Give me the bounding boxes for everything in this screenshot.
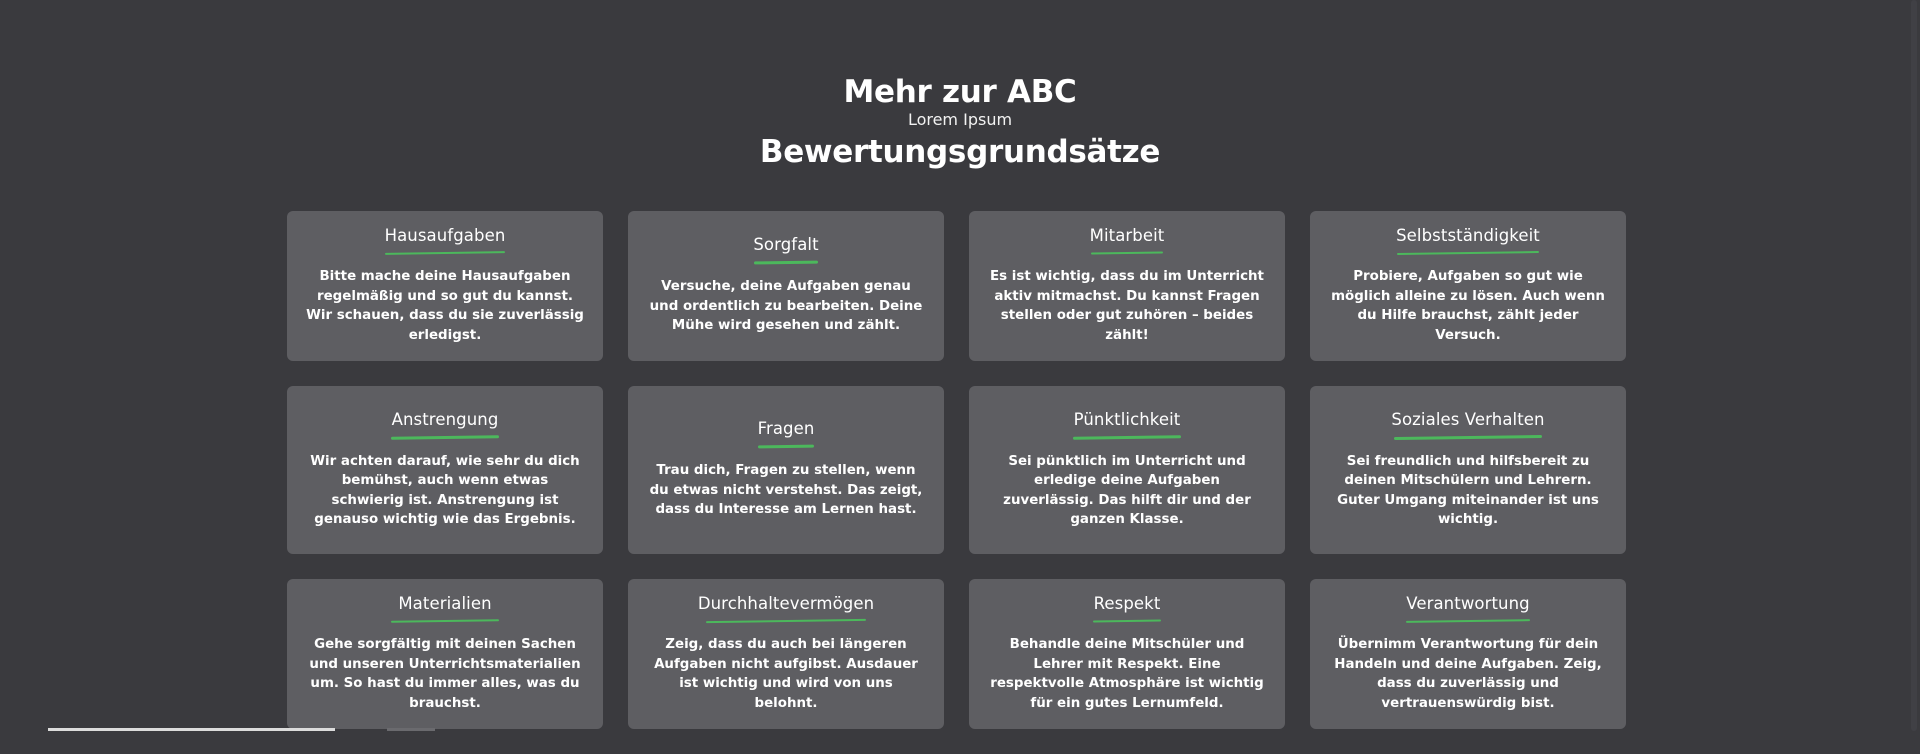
- title-underline: [1405, 619, 1531, 623]
- principles-row: Materialien Gehe sorgfältig mit deinen S…: [287, 579, 1627, 729]
- principle-card-anstrengung: Anstrengung Wir achten darauf, wie sehr …: [287, 386, 603, 554]
- title-underline: [753, 260, 819, 265]
- page-subtitle: Lorem Ipsum: [907, 110, 1013, 129]
- principle-card-hausaufgaben: Hausaufgaben Bitte mache deine Hausaufga…: [287, 211, 603, 361]
- principles-grid: Hausaufgaben Bitte mache deine Hausaufga…: [287, 211, 1627, 754]
- title-underline: [1090, 251, 1164, 255]
- card-text: Sei freundlich und hilfsbereit zu deinen…: [1337, 453, 1599, 528]
- card-title: Materialien: [398, 594, 492, 613]
- card-text: Versuche, deine Aufgaben genau und orden…: [649, 279, 923, 334]
- card-title: Mitarbeit: [1089, 226, 1165, 245]
- card-text: Es ist wichtig, dass du im Unterricht ak…: [990, 269, 1264, 343]
- principle-card-sorgfalt: Sorgfalt Versuche, deine Aufgaben genau …: [628, 211, 944, 361]
- title-underline: [1072, 434, 1182, 440]
- card-text: Bitte mache deine Hausaufgaben regelmäßi…: [306, 269, 584, 343]
- card-text: Gehe sorgfältig mit deinen Sachen und un…: [309, 637, 581, 711]
- title-underline: [390, 619, 500, 623]
- card-text: Behandle deine Mitschüler und Lehrer mit…: [990, 637, 1264, 711]
- title-underline: [757, 444, 815, 449]
- card-title: Pünktlichkeit: [1073, 409, 1181, 429]
- card-title: Hausaufgaben: [384, 226, 506, 245]
- principle-card-verantwortung: Verantwortung Übernimm Verantwortung für…: [1310, 579, 1626, 729]
- page-header: Mehr zur ABC Lorem Ipsum Bewertungsgrund…: [0, 72, 1920, 172]
- card-text: Wir achten darauf, wie sehr du dich bemü…: [310, 453, 580, 528]
- principle-card-materialien: Materialien Gehe sorgfältig mit deinen S…: [287, 579, 603, 729]
- principle-card-mitarbeit: Mitarbeit Es ist wichtig, dass du im Unt…: [969, 211, 1285, 361]
- card-title: Soziales Verhalten: [1391, 409, 1545, 429]
- principle-card-soziales-verhalten: Soziales Verhalten Sei freundlich und hi…: [1310, 386, 1626, 554]
- card-text: Sei pünktlich im Unterricht und erledige…: [1003, 453, 1251, 528]
- title-underline: [1396, 251, 1540, 255]
- card-title: Fragen: [757, 419, 815, 439]
- principle-card-fragen: Fragen Trau dich, Fragen zu stellen, wen…: [628, 386, 944, 554]
- title-underline: [705, 618, 867, 624]
- principles-row: Anstrengung Wir achten darauf, wie sehr …: [287, 386, 1627, 554]
- principle-card-respekt: Respekt Behandle deine Mitschüler und Le…: [969, 579, 1285, 729]
- card-title: Respekt: [1093, 594, 1161, 613]
- card-title: Anstrengung: [391, 409, 499, 429]
- section-heading: Bewertungsgrundsätze: [759, 134, 1161, 170]
- card-title: Durchhaltevermögen: [697, 594, 875, 613]
- scrollbar-thumb[interactable]: [1911, 0, 1917, 731]
- principle-card-selbststaendigkeit: Selbstständigkeit Probiere, Aufgaben so …: [1310, 211, 1626, 361]
- title-underline: [1393, 434, 1543, 440]
- card-title: Verantwortung: [1406, 594, 1530, 613]
- card-title: Selbstständigkeit: [1396, 226, 1540, 245]
- card-title: Sorgfalt: [753, 235, 819, 255]
- card-text: Trau dich, Fragen zu stellen, wenn du et…: [649, 463, 923, 518]
- title-underline: [390, 434, 500, 440]
- title-underline: [1092, 619, 1162, 623]
- card-text: Probiere, Aufgaben so gut wie möglich al…: [1331, 269, 1605, 343]
- principle-card-puenktlichkeit: Pünktlichkeit Sei pünktlich im Unterrich…: [969, 386, 1285, 554]
- page-title: Mehr zur ABC: [843, 74, 1077, 110]
- title-underline: [384, 251, 506, 255]
- principle-card-durchhaltevermoegen: Durchhaltevermögen Zeig, dass du auch be…: [628, 579, 944, 729]
- card-text: Zeig, dass du auch bei längeren Aufgaben…: [654, 637, 918, 711]
- principles-row: Hausaufgaben Bitte mache deine Hausaufga…: [287, 211, 1627, 361]
- scrollbar[interactable]: [1906, 0, 1920, 731]
- card-text: Übernimm Verantwortung für dein Handeln …: [1334, 637, 1602, 711]
